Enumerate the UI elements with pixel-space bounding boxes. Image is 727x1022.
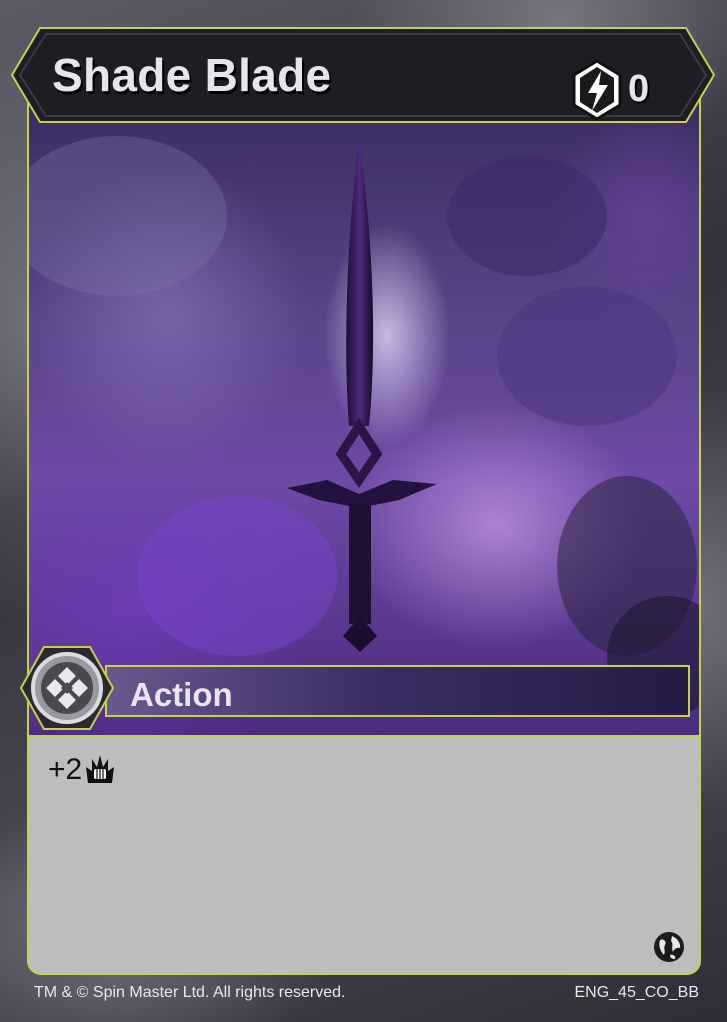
card-artwork [27, 96, 701, 736]
ability-text-box [27, 735, 701, 975]
copyright-text: TM & © Spin Master Ltd. All rights reser… [34, 984, 346, 1001]
card-title: Shade Blade [52, 49, 332, 101]
art-border-left [27, 96, 29, 736]
ability-value: +2 [48, 753, 83, 786]
action-diamond-icon [19, 646, 115, 730]
lightning-bolt-icon [572, 59, 622, 121]
dagger-illustration [27, 136, 701, 716]
ability-line: +2 [48, 753, 116, 787]
fist-flame-icon [86, 755, 115, 783]
card-code: ENG_45_CO_BB [574, 984, 699, 1001]
globe-icon [654, 932, 684, 962]
title-bar: Shade Blade 0 [0, 0, 727, 140]
energy-cost: 0 [628, 68, 650, 110]
art-border-right [699, 96, 701, 736]
card: Shade Blade 0 Action +2 TM & © Spin Mast… [0, 0, 727, 1022]
card-type-label: Action [130, 676, 233, 713]
